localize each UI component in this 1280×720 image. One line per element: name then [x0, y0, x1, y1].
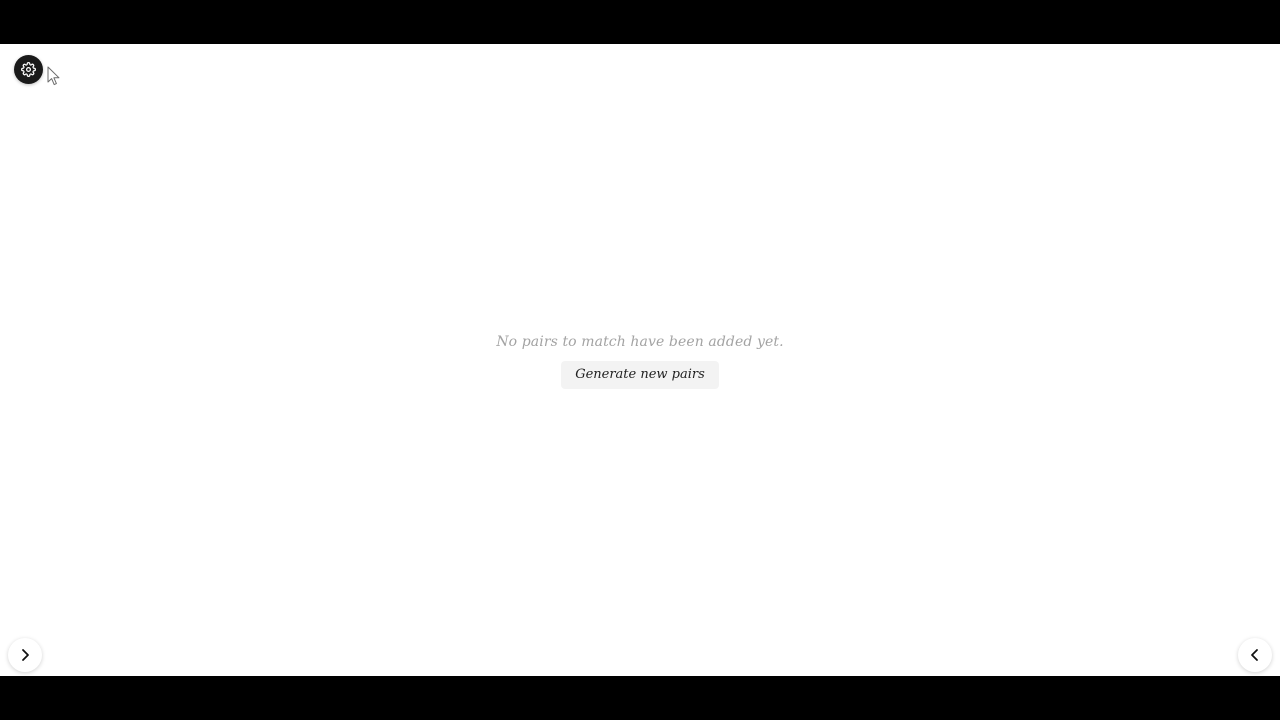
settings-button[interactable] — [14, 55, 43, 84]
empty-state: No pairs to match have been added yet. G… — [0, 331, 1280, 389]
app-canvas: No pairs to match have been added yet. G… — [0, 44, 1280, 676]
mouse-pointer-icon — [47, 66, 61, 86]
gear-icon — [21, 62, 36, 77]
letterbox-bottom — [0, 676, 1280, 720]
previous-button[interactable] — [1238, 638, 1272, 672]
generate-new-pairs-button[interactable]: Generate new pairs — [561, 361, 719, 389]
empty-state-message: No pairs to match have been added yet. — [496, 334, 784, 350]
letterbox-top — [0, 0, 1280, 44]
chevron-left-icon — [1248, 648, 1262, 662]
viewport: No pairs to match have been added yet. G… — [0, 0, 1280, 720]
chevron-right-icon — [18, 648, 32, 662]
next-button[interactable] — [8, 638, 42, 672]
